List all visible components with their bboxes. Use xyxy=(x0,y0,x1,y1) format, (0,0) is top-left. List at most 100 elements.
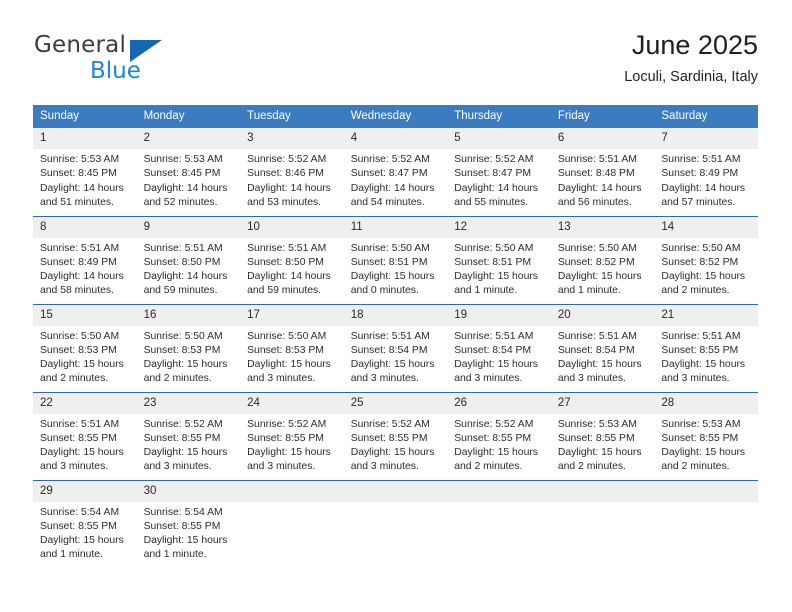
sunset-text: Sunset: 8:55 PM xyxy=(661,344,739,356)
weekday-header-thursday: Thursday xyxy=(447,105,551,128)
daylight-text: Daylight: 15 hours and 2 minutes. xyxy=(454,447,538,473)
day-details: Sunrise: 5:53 AM Sunset: 8:45 PM Daylight:… xyxy=(33,149,137,210)
sunrise-text: Sunrise: 5:51 AM xyxy=(40,418,120,430)
daylight-text: Daylight: 14 hours and 51 minutes. xyxy=(40,182,124,208)
calendar-page: General Blue June 2025 Loculi, Sardinia,… xyxy=(0,0,792,612)
calendar-week-row: 1 Sunrise: 5:53 AM Sunset: 8:45 PM Daylight… xyxy=(33,128,758,216)
day-number xyxy=(550,480,655,502)
calendar-day-cell[interactable]: 8 Sunrise: 5:51 AM Sunset: 8:49 PM Daylight… xyxy=(33,215,137,304)
calendar-day-cell[interactable]: 19 Sunrise: 5:51 AM Sunset: 8:54 PM Dayligh… xyxy=(447,303,551,392)
day-details: Sunrise: 5:54 AM Sunset: 8:55 PM Daylight:… xyxy=(33,502,137,563)
day-details: Sunrise: 5:51 AM Sunset: 8:55 PM Daylight:… xyxy=(654,326,758,387)
daylight-text: Daylight: 14 hours and 54 minutes. xyxy=(350,182,435,208)
sunrise-text: Sunrise: 5:51 AM xyxy=(350,330,430,342)
day-details: Sunrise: 5:51 AM Sunset: 8:55 PM Daylight:… xyxy=(33,414,137,475)
calendar-day-cell[interactable]: 3 Sunrise: 5:52 AM Sunset: 8:46 PM Daylight… xyxy=(240,128,344,216)
sunrise-text: Sunrise: 5:50 AM xyxy=(454,242,534,254)
day-details: Sunrise: 5:50 AM Sunset: 8:51 PM Daylight:… xyxy=(447,238,551,299)
calendar-day-cell[interactable]: 11 Sunrise: 5:50 AM Sunset: 8:51 PM Dayligh… xyxy=(343,215,448,304)
day-number: 30 xyxy=(136,480,241,502)
sunrise-text: Sunrise: 5:53 AM xyxy=(557,418,637,430)
day-details: Sunrise: 5:50 AM Sunset: 8:52 PM Daylight:… xyxy=(551,238,655,299)
calendar-day-cell[interactable]: 23 Sunrise: 5:52 AM Sunset: 8:55 PM Dayligh… xyxy=(136,391,241,480)
sunset-text: Sunset: 8:55 PM xyxy=(350,432,428,444)
daylight-text: Daylight: 15 hours and 2 minutes. xyxy=(661,447,746,473)
day-details: Sunrise: 5:51 AM Sunset: 8:49 PM Daylight:… xyxy=(654,149,758,210)
day-number xyxy=(447,480,551,502)
day-number: 9 xyxy=(136,216,241,238)
daylight-text: Daylight: 14 hours and 58 minutes. xyxy=(40,271,124,297)
calendar-day-cell[interactable]: 26 Sunrise: 5:52 AM Sunset: 8:55 PM Dayligh… xyxy=(447,391,551,480)
calendar-day-cell[interactable]: 12 Sunrise: 5:50 AM Sunset: 8:51 PM Dayligh… xyxy=(447,215,551,304)
calendar-day-cell[interactable]: 22 Sunrise: 5:51 AM Sunset: 8:55 PM Dayligh… xyxy=(33,391,137,480)
calendar-grid: Sunday Monday Tuesday Wednesday Thursday Frid… xyxy=(33,105,758,568)
calendar-day-cell[interactable]: 29 Sunrise: 5:54 AM Sunset: 8:55 PM Dayligh… xyxy=(33,479,137,568)
day-number: 20 xyxy=(550,304,655,326)
daylight-text: Daylight: 15 hours and 1 minute. xyxy=(454,271,538,297)
sunrise-text: Sunrise: 5:51 AM xyxy=(454,330,534,342)
sunset-text: Sunset: 8:45 PM xyxy=(143,168,221,180)
calendar-day-cell[interactable]: 16 Sunrise: 5:50 AM Sunset: 8:53 PM Dayligh… xyxy=(136,303,241,392)
day-number: 27 xyxy=(550,392,655,414)
day-number: 10 xyxy=(240,216,344,238)
sunrise-text: Sunrise: 5:53 AM xyxy=(143,154,223,165)
daylight-text: Daylight: 15 hours and 3 minutes. xyxy=(247,359,331,385)
day-number: 22 xyxy=(33,392,137,414)
sunrise-text: Sunrise: 5:50 AM xyxy=(40,330,120,342)
sunset-text: Sunset: 8:51 PM xyxy=(454,256,532,268)
calendar-day-cell[interactable]: 4 Sunrise: 5:52 AM Sunset: 8:47 PM Daylight… xyxy=(343,128,448,216)
sunrise-text: Sunrise: 5:50 AM xyxy=(247,330,327,342)
day-details: Sunrise: 5:53 AM Sunset: 8:45 PM Daylight:… xyxy=(137,149,241,210)
calendar-week-row: 15 Sunrise: 5:50 AM Sunset: 8:53 PM Dayligh… xyxy=(33,303,758,392)
calendar-day-cell[interactable]: 21 Sunrise: 5:51 AM Sunset: 8:55 PM Dayligh… xyxy=(654,303,758,392)
day-number: 29 xyxy=(33,480,137,502)
day-number: 19 xyxy=(447,304,551,326)
day-details: Sunrise: 5:51 AM Sunset: 8:54 PM Daylight:… xyxy=(447,326,551,387)
sunset-text: Sunset: 8:55 PM xyxy=(143,520,221,532)
calendar-day-cell[interactable]: 30 Sunrise: 5:54 AM Sunset: 8:55 PM Dayligh… xyxy=(136,479,241,568)
calendar-day-cell[interactable]: 13 Sunrise: 5:50 AM Sunset: 8:52 PM Dayligh… xyxy=(550,215,655,304)
sunset-text: Sunset: 8:55 PM xyxy=(557,432,635,444)
calendar-day-cell[interactable]: 2 Sunrise: 5:53 AM Sunset: 8:45 PM Daylight… xyxy=(136,128,241,216)
calendar-day-cell[interactable]: 5 Sunrise: 5:52 AM Sunset: 8:47 PM Daylight… xyxy=(447,128,551,216)
calendar-day-cell[interactable]: 1 Sunrise: 5:53 AM Sunset: 8:45 PM Daylight… xyxy=(33,128,137,216)
daylight-text: Daylight: 15 hours and 3 minutes. xyxy=(247,447,331,473)
calendar-day-cell[interactable]: 9 Sunrise: 5:51 AM Sunset: 8:50 PM Daylight… xyxy=(136,215,241,304)
calendar-day-cell[interactable]: 6 Sunrise: 5:51 AM Sunset: 8:48 PM Daylight… xyxy=(550,128,655,216)
day-details: Sunrise: 5:52 AM Sunset: 8:55 PM Daylight:… xyxy=(344,414,448,475)
daylight-text: Daylight: 14 hours and 53 minutes. xyxy=(247,182,331,208)
sunrise-text: Sunrise: 5:52 AM xyxy=(247,154,327,165)
sunset-text: Sunset: 8:55 PM xyxy=(40,432,117,444)
calendar-day-cell[interactable]: 28 Sunrise: 5:53 AM Sunset: 8:55 PM Dayligh… xyxy=(654,391,758,480)
calendar-day-cell[interactable]: 24 Sunrise: 5:52 AM Sunset: 8:55 PM Dayligh… xyxy=(240,391,344,480)
calendar-day-cell[interactable]: 27 Sunrise: 5:53 AM Sunset: 8:55 PM Dayligh… xyxy=(550,391,655,480)
day-number: 17 xyxy=(240,304,344,326)
sunrise-text: Sunrise: 5:51 AM xyxy=(661,330,741,342)
day-number: 24 xyxy=(240,392,344,414)
day-details: Sunrise: 5:51 AM Sunset: 8:49 PM Daylight:… xyxy=(33,238,137,299)
daylight-text: Daylight: 15 hours and 3 minutes. xyxy=(143,447,228,473)
daylight-text: Daylight: 15 hours and 0 minutes. xyxy=(350,271,435,297)
calendar-day-cell[interactable]: 18 Sunrise: 5:51 AM Sunset: 8:54 PM Dayligh… xyxy=(343,303,448,392)
day-number: 7 xyxy=(654,128,758,149)
sunset-text: Sunset: 8:54 PM xyxy=(557,344,635,356)
sunset-text: Sunset: 8:51 PM xyxy=(350,256,428,268)
calendar-day-cell[interactable]: 15 Sunrise: 5:50 AM Sunset: 8:53 PM Dayligh… xyxy=(33,303,137,392)
day-details: Sunrise: 5:50 AM Sunset: 8:52 PM Daylight:… xyxy=(654,238,758,299)
day-details: Sunrise: 5:53 AM Sunset: 8:55 PM Daylight:… xyxy=(551,414,655,475)
calendar-day-cell[interactable]: 10 Sunrise: 5:51 AM Sunset: 8:50 PM Dayligh… xyxy=(240,215,344,304)
day-number: 18 xyxy=(343,304,448,326)
page-header: General Blue June 2025 Loculi, Sardinia,… xyxy=(34,28,758,98)
calendar-day-cell[interactable]: 14 Sunrise: 5:50 AM Sunset: 8:52 PM Dayligh… xyxy=(654,215,758,304)
day-details: Sunrise: 5:51 AM Sunset: 8:50 PM Daylight:… xyxy=(137,238,241,299)
weekday-header-monday: Monday xyxy=(136,105,241,128)
calendar-day-cell[interactable]: 7 Sunrise: 5:51 AM Sunset: 8:49 PM Daylight… xyxy=(654,128,758,216)
calendar-day-cell[interactable]: 25 Sunrise: 5:52 AM Sunset: 8:55 PM Dayligh… xyxy=(343,391,448,480)
weekday-header-tuesday: Tuesday xyxy=(240,105,344,128)
calendar-day-cell[interactable]: 17 Sunrise: 5:50 AM Sunset: 8:53 PM Dayligh… xyxy=(240,303,344,392)
generalblue-logo[interactable]: General Blue xyxy=(34,28,264,90)
calendar-day-cell[interactable]: 20 Sunrise: 5:51 AM Sunset: 8:54 PM Dayligh… xyxy=(550,303,655,392)
day-details: Sunrise: 5:50 AM Sunset: 8:53 PM Daylight:… xyxy=(240,326,344,387)
daylight-text: Daylight: 15 hours and 2 minutes. xyxy=(661,271,746,297)
sunrise-text: Sunrise: 5:52 AM xyxy=(247,418,327,430)
